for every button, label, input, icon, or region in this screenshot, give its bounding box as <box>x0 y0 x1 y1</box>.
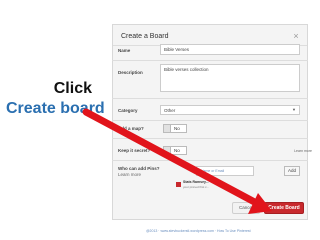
toggle-knob <box>164 147 171 154</box>
notice-text: your pinned first c... <box>183 185 210 189</box>
divider <box>112 138 308 139</box>
divider <box>112 98 308 99</box>
name-input[interactable]: Bible Verses <box>160 44 300 55</box>
collaborator-placeholder: Name or Email <box>201 169 225 173</box>
secret-label: Keep it secret? <box>118 148 151 153</box>
toggle-knob <box>164 125 171 132</box>
divider <box>112 60 308 61</box>
chevron-down-icon: ▼ <box>292 107 296 112</box>
divider <box>112 160 308 161</box>
secret-toggle-state: No <box>174 148 180 153</box>
category-label: Category <box>118 108 138 113</box>
map-toggle[interactable]: No <box>163 124 187 133</box>
map-label: Add a map? <box>118 126 144 131</box>
close-icon[interactable]: × <box>291 31 301 41</box>
add-collaborator-button[interactable]: Add <box>284 166 300 176</box>
description-input[interactable]: Bible verses collection <box>160 64 300 92</box>
category-select[interactable]: Other ▼ <box>160 105 300 115</box>
callout-line-1: Click <box>53 80 92 97</box>
secret-toggle[interactable]: No <box>163 146 187 155</box>
name-value: Bible Verses <box>164 47 190 52</box>
category-value: Other <box>164 108 176 113</box>
description-label: Description <box>118 70 143 75</box>
avatar <box>176 182 181 187</box>
footer-credit: @2013 · www.stevbuckerstl.wordpress.com … <box>146 229 251 233</box>
learn-more-link[interactable]: Learn more <box>294 149 312 153</box>
who-learn-more-link[interactable]: Learn more <box>118 172 141 177</box>
cancel-button[interactable]: Cancel <box>232 202 260 214</box>
create-board-button[interactable]: Create Board <box>264 202 304 214</box>
description-value: Bible verses collection <box>164 67 209 72</box>
slide: Create a Board × Name Bible Verses Descr… <box>0 0 320 240</box>
map-toggle-state: No <box>174 126 180 131</box>
notice-title: Stats Ramsey... <box>183 180 209 184</box>
name-label: Name <box>118 48 131 53</box>
collaborator-notice: Stats Ramsey... your pinned first c... <box>176 180 240 192</box>
dialog-title: Create a Board <box>121 33 169 40</box>
divider <box>112 120 308 121</box>
callout-line-2: Create board <box>6 100 105 117</box>
who-can-add-label: Who can add Pins? <box>118 166 160 171</box>
